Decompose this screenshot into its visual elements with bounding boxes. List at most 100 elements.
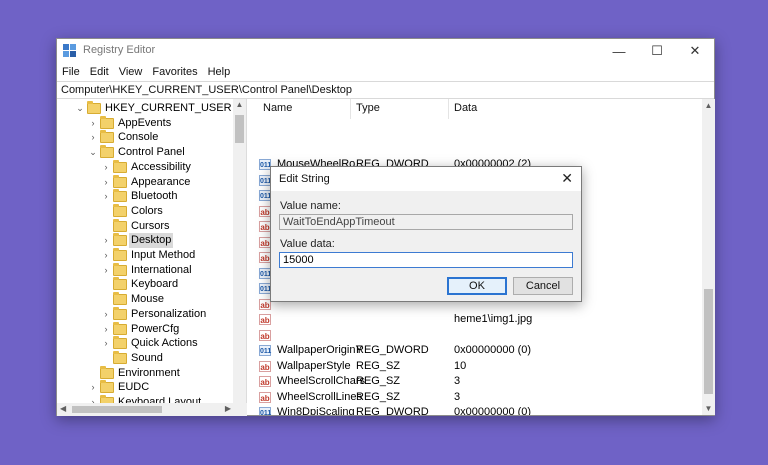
chevron-right-icon[interactable]: › xyxy=(101,248,111,263)
chevron-down-icon[interactable]: ⌄ xyxy=(88,145,98,160)
string-value-icon: ab xyxy=(259,391,271,403)
ok-button[interactable]: OK xyxy=(447,277,507,295)
list-row[interactable]: 011 WallpaperOriginY REG_DWORD 0x00000000 (… xyxy=(253,343,702,359)
menu-help[interactable]: Help xyxy=(208,66,231,78)
dialog-close-icon[interactable]: ✕ xyxy=(561,170,573,187)
menu-favorites[interactable]: Favorites xyxy=(152,66,197,78)
menu-file[interactable]: File xyxy=(62,66,80,78)
cell-data: 10 xyxy=(454,359,467,372)
list-vertical-scrollbar[interactable]: ▲ ▼ xyxy=(702,99,715,415)
tree-item[interactable]: › PowerCfg xyxy=(57,321,233,337)
folder-icon xyxy=(113,277,127,291)
scroll-up-arrow-icon[interactable]: ▲ xyxy=(702,101,715,110)
dialog-title: Edit String xyxy=(279,173,330,185)
address-bar[interactable]: Computer\HKEY_CURRENT_USER\Control Panel… xyxy=(57,81,714,99)
folder-icon xyxy=(113,174,127,188)
tree-item-label: Console xyxy=(118,131,159,144)
tree-item[interactable]: Sound xyxy=(57,350,233,366)
list-row[interactable]: ab WheelScrollLines REG_SZ 3 xyxy=(253,390,702,406)
tree-item[interactable]: Mouse xyxy=(57,292,233,307)
close-button[interactable]: ✕ xyxy=(676,39,714,63)
tree-horizontal-scrollbar[interactable]: ◀ ▶ xyxy=(57,403,247,416)
tree-item-label: Appearance xyxy=(131,175,191,188)
tree-item[interactable]: ⌄ HKEY_CURRENT_USER xyxy=(57,101,233,116)
tree-item-label: Quick Actions xyxy=(131,337,198,350)
maximize-button[interactable]: ☐ xyxy=(638,39,676,63)
tree-scroll-thumb[interactable] xyxy=(235,115,244,143)
chevron-right-icon[interactable]: › xyxy=(88,130,98,145)
cell-type: REG_DWORD xyxy=(356,406,429,415)
tree-item[interactable]: Colors xyxy=(57,203,233,219)
cell-type: REG_SZ xyxy=(356,375,401,387)
chevron-right-icon[interactable]: › xyxy=(101,263,111,278)
menu-view[interactable]: View xyxy=(119,66,143,78)
value-name-label: Value name: xyxy=(280,200,341,212)
tree-item[interactable]: › Console xyxy=(57,130,233,145)
folder-icon xyxy=(87,101,101,114)
chevron-right-icon[interactable]: › xyxy=(101,160,111,175)
list-row[interactable]: 011 Win8DpiScaling REG_DWORD 0x00000000 (0) xyxy=(253,405,702,415)
title-bar[interactable]: Registry Editor — ☐ ✕ xyxy=(57,39,714,63)
menu-edit[interactable]: Edit xyxy=(90,66,109,78)
tree-item[interactable]: › Desktop xyxy=(57,233,233,248)
tree-item[interactable]: Environment xyxy=(57,365,233,381)
chevron-right-icon[interactable]: › xyxy=(101,189,111,204)
tree-item[interactable]: › International xyxy=(57,262,233,278)
tree-item[interactable]: Cursors xyxy=(57,218,233,234)
chevron-right-icon[interactable]: › xyxy=(88,116,98,131)
tree-item[interactable]: › Personalization xyxy=(57,306,233,322)
tree-item-label: Control Panel xyxy=(118,146,185,159)
folder-icon xyxy=(113,218,127,232)
tree-item[interactable]: › Appearance xyxy=(57,174,233,190)
list-row[interactable]: ab heme1\img1.jpg xyxy=(253,312,702,328)
list-scroll-thumb[interactable] xyxy=(704,289,713,394)
list-row[interactable]: ab xyxy=(253,328,702,344)
tree-item[interactable]: › Bluetooth xyxy=(57,189,233,204)
value-name-field: WaitToEndAppTimeout xyxy=(279,214,573,230)
tree-item[interactable]: › Accessibility xyxy=(57,159,233,175)
cell-data: 3 xyxy=(454,390,461,403)
cell-name: WheelScrollChars xyxy=(277,375,366,387)
chevron-right-icon[interactable]: › xyxy=(101,307,111,322)
value-data-input[interactable]: 15000 xyxy=(279,252,573,268)
folder-icon xyxy=(113,306,127,320)
window-title: Registry Editor xyxy=(83,44,156,56)
list-row[interactable]: ab WheelScrollChars REG_SZ 3 xyxy=(253,374,702,390)
scroll-left-arrow-icon[interactable]: ◀ xyxy=(60,404,66,413)
column-type-header[interactable]: Type xyxy=(356,102,380,114)
tree-item[interactable]: › Input Method xyxy=(57,248,233,263)
scroll-right-arrow-icon[interactable]: ▶ xyxy=(225,404,231,413)
tree-hscroll-thumb[interactable] xyxy=(72,406,162,413)
cell-name: WheelScrollLines xyxy=(277,390,362,403)
string-value-icon: ab xyxy=(259,376,271,387)
tree-item[interactable]: › AppEvents xyxy=(57,115,233,131)
chevron-right-icon[interactable]: › xyxy=(101,175,111,190)
chevron-right-icon[interactable]: › xyxy=(88,380,98,395)
tree-vertical-scrollbar[interactable]: ▲ xyxy=(233,99,246,403)
chevron-right-icon[interactable]: › xyxy=(101,233,111,248)
column-divider[interactable] xyxy=(350,99,351,119)
tree-item-label: EUDC xyxy=(118,381,150,394)
binary-value-icon: 011 xyxy=(259,345,271,356)
tree-item[interactable]: ⌄ Control Panel xyxy=(57,145,233,160)
chevron-right-icon[interactable]: › xyxy=(101,322,111,337)
column-data-header[interactable]: Data xyxy=(454,102,477,114)
minimize-button[interactable]: — xyxy=(600,39,638,63)
tree-item[interactable]: › Quick Actions xyxy=(57,336,233,351)
tree-item[interactable]: Keyboard xyxy=(57,277,233,292)
tree-item[interactable]: › EUDC xyxy=(57,380,233,395)
cancel-button[interactable]: Cancel xyxy=(513,277,573,295)
column-divider[interactable] xyxy=(448,99,449,119)
scroll-up-arrow-icon[interactable]: ▲ xyxy=(233,100,246,109)
chevron-right-icon[interactable]: › xyxy=(101,336,111,351)
cell-type: REG_SZ xyxy=(356,359,401,372)
folder-icon xyxy=(113,321,127,335)
dialog-title-bar[interactable]: Edit String ✕ xyxy=(271,167,581,191)
chevron-down-icon[interactable]: ⌄ xyxy=(75,101,85,116)
tree-item-label: Cursors xyxy=(131,219,170,232)
column-name-header[interactable]: Name xyxy=(263,102,292,114)
edit-string-dialog: Edit String ✕ Value name: WaitToEndAppTi… xyxy=(270,166,582,302)
binary-value-icon: 011 xyxy=(259,407,271,415)
list-row[interactable]: ab WallpaperStyle REG_SZ 10 xyxy=(253,359,702,375)
scroll-down-arrow-icon[interactable]: ▼ xyxy=(702,404,715,413)
